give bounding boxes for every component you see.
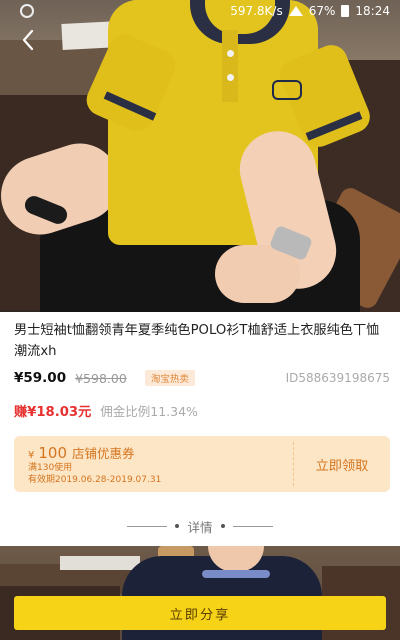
claim-coupon-button[interactable]: 立即领取	[294, 436, 390, 492]
shop-coupon-card[interactable]: ¥ 100 店铺优惠券 满130使用 有效期2019.06.28-2019.07…	[14, 436, 390, 492]
coupon-label: 店铺优惠券	[72, 446, 135, 461]
divider-dot	[220, 524, 225, 528]
coupon-currency: ¥	[28, 450, 35, 461]
notification-icon	[20, 4, 34, 18]
clock: 18:24	[355, 4, 390, 18]
product-title: 男士短袖t恤翻领青年夏季纯色POLO衫T桖舒适上衣服纯色丅恤潮流xh	[14, 323, 380, 359]
share-button[interactable]: 立即分享	[14, 596, 386, 630]
item-id: ID588639198675	[285, 371, 390, 385]
details-header: 详情	[0, 516, 400, 536]
original-price: ¥598.00	[75, 370, 127, 386]
product-main-image[interactable]	[0, 0, 400, 312]
network-speed: 597.8K/s	[230, 4, 283, 18]
earn-row: 赚¥18.03元 佣金比例11.34%	[14, 400, 198, 420]
wifi-icon	[288, 6, 303, 16]
details-label: 详情	[187, 519, 213, 535]
coupon-validity: 有效期2019.06.28-2019.07.31	[28, 475, 162, 485]
divider-line	[232, 525, 273, 527]
chevron-left-icon	[22, 29, 34, 51]
divider-line	[127, 525, 168, 527]
back-button[interactable]	[14, 26, 42, 54]
coupon-info: ¥ 100 店铺优惠券 满130使用 有效期2019.06.28-2019.07…	[14, 436, 292, 492]
shirt-logo-icon	[272, 80, 302, 100]
battery-percent: 67%	[308, 4, 336, 18]
current-price: ¥59.00	[14, 370, 67, 386]
status-bar: 597.8K/s 67% 18:24	[0, 0, 400, 22]
coupon-condition: 满130使用	[28, 463, 73, 473]
price-row: ¥59.00 ¥598.00 淘宝热卖 ID588639198675	[14, 368, 390, 388]
coupon-amount: 100	[38, 444, 68, 462]
earn-amount: 赚¥18.03元	[14, 404, 92, 420]
battery-icon	[341, 5, 350, 17]
hot-sale-badge: 淘宝热卖	[144, 370, 195, 386]
commission-rate: 佣金比例11.34%	[100, 403, 198, 419]
product-detail-page: 597.8K/s 67% 18:24 男士短袖t恤翻领青年夏季纯色POLO衫T桖…	[0, 0, 400, 640]
divider-dot	[175, 524, 180, 528]
